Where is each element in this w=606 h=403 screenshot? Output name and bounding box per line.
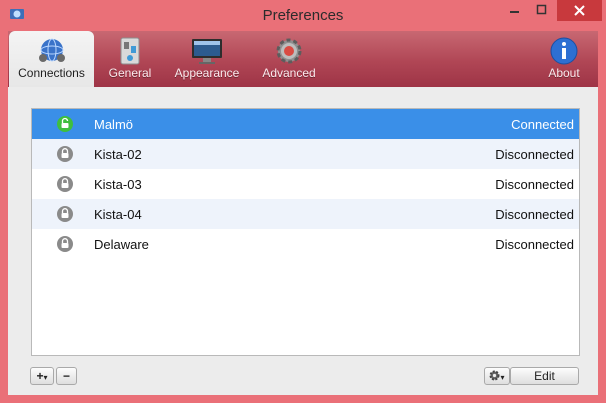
connection-name: Malmö [94,117,134,132]
monitor-icon [192,39,222,64]
lock-open-green-icon [57,116,73,132]
preferences-toolbar: Connections General Appearance Advanced … [8,31,598,87]
close-icon [574,5,585,16]
minimize-button[interactable] [501,0,528,21]
add-connection-button[interactable]: +▾ [30,367,54,385]
connection-status: Connected [511,117,574,132]
tab-general[interactable]: General [100,31,160,87]
tab-general-label: General [108,66,152,80]
switch-panel-icon [120,37,140,65]
maximize-button[interactable] [528,0,555,21]
connection-status: Disconnected [495,177,574,192]
about-button[interactable]: About [536,31,592,87]
remove-label: − [62,369,70,383]
lock-icon [57,236,73,252]
info-icon [550,37,578,65]
connections-panel: Malmö Connected Kista-02 Disconnected Ki… [8,87,598,395]
connection-row[interactable]: Kista-02 Disconnected [32,139,579,169]
connection-name: Kista-02 [94,147,142,162]
preferences-window: Preferences Connections General Appearan… [0,0,606,403]
tab-appearance-label: Appearance [174,66,240,80]
connection-row[interactable]: Kista-04 Disconnected [32,199,579,229]
connection-status: Disconnected [495,207,574,222]
close-button[interactable] [557,0,602,21]
minimize-icon [510,11,519,13]
lock-icon [57,206,73,222]
gear-caret: ▾ [500,373,505,382]
connection-status: Disconnected [495,237,574,252]
lock-icon [57,176,73,192]
about-label: About [548,66,580,80]
connection-row[interactable]: Kista-03 Disconnected [32,169,579,199]
connection-row[interactable]: Delaware Disconnected [32,229,579,259]
edit-button[interactable]: Edit [510,367,579,385]
actions-menu-button[interactable]: ▾ [484,367,510,385]
tab-connections[interactable]: Connections [9,31,94,87]
gear-icon [276,38,302,64]
tab-appearance[interactable]: Appearance [166,31,248,87]
add-label: + [36,369,44,383]
globe-network-icon [38,38,65,62]
remove-connection-button[interactable]: − [56,367,77,385]
tab-advanced-label: Advanced [262,66,316,80]
tab-advanced[interactable]: Advanced [254,31,324,87]
lock-icon [57,146,73,162]
gear-icon [489,370,500,381]
tab-connections-label: Connections [18,66,85,80]
connection-name: Kista-03 [94,177,142,192]
connection-list[interactable]: Malmö Connected Kista-02 Disconnected Ki… [31,108,580,356]
connection-name: Delaware [94,237,149,252]
connection-name: Kista-04 [94,207,142,222]
connection-status: Disconnected [495,147,574,162]
title-bar: Preferences [0,0,606,31]
connection-row[interactable]: Malmö Connected [32,109,579,139]
maximize-icon [536,4,547,15]
add-caret: ▾ [43,373,48,382]
